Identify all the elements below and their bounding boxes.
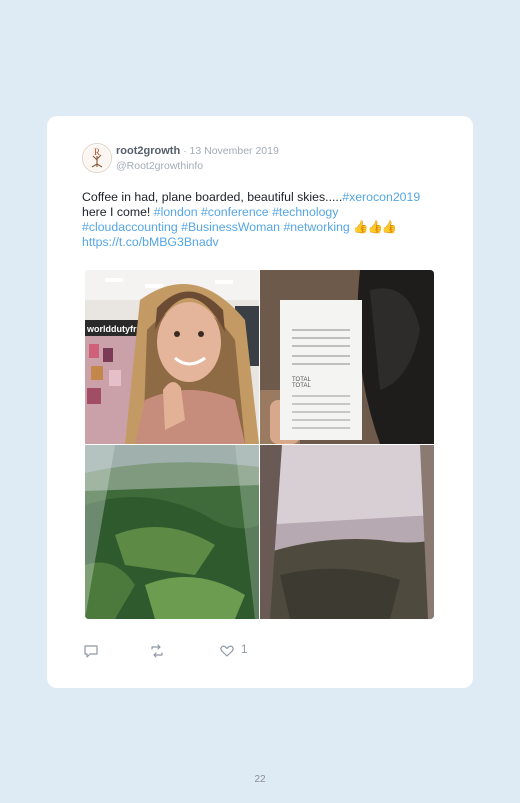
avatar-letter: R: [94, 147, 100, 157]
tweet-date[interactable]: 13 November 2019: [190, 145, 279, 157]
hashtag-cloudaccounting[interactable]: #cloudaccounting: [82, 220, 178, 234]
tweet-actions: 1: [83, 643, 283, 659]
hashtag-networking[interactable]: #networking: [283, 220, 349, 234]
heart-icon: [220, 645, 234, 657]
tweet-text: Coffee in had, plane boarded, beautiful …: [82, 190, 432, 250]
text-segment: Coffee in had, plane boarded, beautiful …: [82, 190, 343, 204]
retweet-button[interactable]: [149, 643, 165, 659]
photo-aerial-countryside[interactable]: [85, 445, 259, 619]
media-grid: worlddutyfree TOTAL TOTAL: [85, 270, 434, 619]
hashtag-businesswoman[interactable]: #BusinessWoman: [181, 220, 280, 234]
reply-icon: [84, 645, 98, 658]
hashtag-technology[interactable]: #technology: [272, 205, 338, 219]
tweet-url-link[interactable]: https://t.co/bMBG3Bnadv: [82, 235, 219, 249]
hashtag-xerocon2019[interactable]: #xerocon2019: [342, 190, 420, 204]
photo-aerial-coast[interactable]: [260, 445, 434, 619]
hashtag-london[interactable]: #london: [154, 205, 198, 219]
photo-receipt[interactable]: TOTAL TOTAL: [260, 270, 434, 444]
avatar[interactable]: R: [82, 143, 112, 173]
reply-button[interactable]: [83, 643, 99, 659]
thumbs-up-emoji: 👍👍👍: [353, 220, 397, 234]
like-count: 1: [241, 644, 248, 656]
tweet-card: R root2growth · 13 November 2019 @Root2g…: [47, 116, 473, 688]
like-button[interactable]: [219, 643, 235, 659]
retweet-icon: [151, 644, 163, 658]
hashtag-conference[interactable]: #conference: [201, 205, 269, 219]
text-segment: here I come!: [82, 205, 154, 219]
author-name[interactable]: root2growth: [116, 145, 180, 157]
author-handle[interactable]: @Root2growthinfo: [116, 160, 203, 172]
page-number: 22: [254, 774, 266, 785]
receipt-total-label-2: TOTAL: [292, 383, 311, 389]
meta-separator: ·: [180, 145, 190, 157]
tweet-header: R root2growth · 13 November 2019 @Root2g…: [82, 143, 452, 175]
author-line: root2growth · 13 November 2019: [116, 145, 279, 157]
photo-selfie[interactable]: worlddutyfree: [85, 270, 259, 444]
